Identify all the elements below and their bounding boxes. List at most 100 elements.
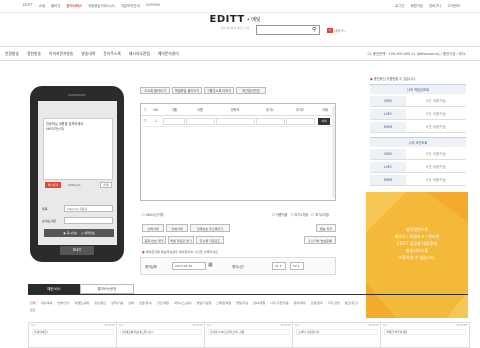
search-input[interactable]: ⚲ xyxy=(256,25,320,35)
radio-icon[interactable]: ◉ xyxy=(63,231,65,235)
category-item[interactable]: 요청/문의 xyxy=(311,301,323,305)
topnav-item[interactable]: EDITT xyxy=(23,3,33,11)
delete-all-button[interactable]: 전체삭제 xyxy=(166,224,188,232)
group-cell[interactable] xyxy=(163,117,185,125)
remove-duplicates-button[interactable]: 중복 번호 제거 xyxy=(142,236,166,244)
category-item[interactable]: 전체 xyxy=(30,301,36,305)
menu-item[interactable]: 발송내역 xyxy=(81,51,95,57)
add-to-address-button[interactable]: 선택번호 주소록추가 xyxy=(190,224,230,232)
login-link[interactable]: 로그인 xyxy=(395,3,404,8)
category-item[interactable]: 할인/세일 xyxy=(157,301,169,305)
topnav-item[interactable]: CUPOEN xyxy=(146,3,160,11)
user-badge: 5 xyxy=(327,28,333,33)
message-textarea[interactable]: 전송하실 내용을 입력하세요 (90이카는지) xyxy=(43,118,113,180)
extra2-cell[interactable] xyxy=(286,117,315,125)
card-bytes: 00 BYTE xyxy=(368,324,379,327)
category-item[interactable]: 단체 xyxy=(128,301,134,305)
topnav-item[interactable]: 문자서비스 xyxy=(66,3,82,11)
promo-banner[interactable]: 클릭몇번으로 빠르고 / 저렴하고 / 편리한 EDITT 업무용 대량문자 발… xyxy=(366,192,468,318)
cancel-send-button[interactable]: 발송 취지 xyxy=(316,224,336,232)
category-item[interactable]: 명절/기념 xyxy=(236,301,248,305)
card-body: 행복한 하루되세요 xyxy=(384,329,466,335)
menu-item[interactable]: 예약문자관리 xyxy=(158,51,179,57)
stat-value: 0건 이용가능 xyxy=(426,152,446,156)
topnav-item[interactable]: 쇼핑 xyxy=(39,3,45,11)
calendar-icon[interactable]: ▦ xyxy=(208,262,213,268)
col-no: NO xyxy=(153,107,159,112)
card-body: [세계로에서보내드립니다] xyxy=(120,329,202,335)
phone-cell[interactable] xyxy=(216,117,255,125)
divider xyxy=(28,294,468,295)
group-more-button[interactable]: 그룹주소록 더보기 xyxy=(204,87,234,94)
subject-field[interactable]: help(ok) 자동사 xyxy=(64,205,113,212)
name-cell[interactable] xyxy=(186,117,215,125)
date-picker[interactable]: 2019-04-25 xyxy=(172,262,206,270)
topnav-item[interactable]: 블라인 xyxy=(51,3,60,11)
extra1-cell[interactable] xyxy=(256,117,285,125)
load-excel-button[interactable]: 엑셀파일 불러오기 xyxy=(172,87,202,94)
logo[interactable]: EDITT • 에딧 xyxy=(194,12,276,26)
category-item[interactable]: 비지니스/공식 xyxy=(174,301,192,305)
category-item[interactable]: 나의 추천/맞춤 xyxy=(270,301,289,305)
row-delete-button[interactable]: 삭제 xyxy=(318,117,330,125)
category-item[interactable]: 이벤트/공지 xyxy=(75,301,90,305)
category-item[interactable]: 유머/재미 xyxy=(294,301,306,305)
extra1-sub-checkbox[interactable]: ☐ 추가1치환 xyxy=(291,212,309,217)
stat-value: 0건 이용가능 xyxy=(426,125,446,129)
example-card[interactable]: Tut 00 BYTE 고객님 사랑합니다 xyxy=(292,322,382,348)
user-name[interactable]: 나의 P... xyxy=(334,28,346,33)
excel-download-button[interactable]: 엑셀 파일로 받기 xyxy=(168,236,194,244)
category-item[interactable]: 날씨/계절 xyxy=(253,301,265,305)
menu-item[interactable]: 친환발송 xyxy=(5,51,19,57)
category-item[interactable]: 스페셜/계절 xyxy=(216,301,231,305)
menu-item[interactable]: 이미지문자발송 xyxy=(49,51,73,57)
table-scrollbar[interactable] xyxy=(332,106,335,198)
category-item[interactable]: 홍보/광고 xyxy=(94,301,106,305)
tab-favorites[interactable]: 즐겨쓰는문장 xyxy=(80,284,134,294)
menu-item[interactable]: 메시지오관앱 xyxy=(129,51,150,57)
example-card[interactable]: Tut 00 BYTE 행복한 하루되세요 xyxy=(380,322,470,348)
radio-icon[interactable]: ○ xyxy=(81,231,83,235)
recent-number-button[interactable]: 최근발신번호 xyxy=(236,87,266,94)
optout-register-button[interactable]: 수신거부 변호등록 xyxy=(304,236,336,244)
optout-checkbox[interactable]: ☐ 080수신거부 xyxy=(142,212,164,217)
min-select[interactable]: 00 ▾ xyxy=(290,262,304,270)
load-address-button[interactable]: 주소록 불러오기 xyxy=(140,87,170,94)
example-card[interactable]: Tut 00 BYTE 안녕하세요? xyxy=(28,322,118,348)
col-extra1: 추가1 xyxy=(266,108,274,112)
name-sub-checkbox[interactable]: ☐ 이름치환 xyxy=(272,212,288,217)
table-header: ☐ NO 그룹 이름 연락처 추가1 추가2 삭제 xyxy=(141,104,335,116)
category-item[interactable]: 사랑/축하 xyxy=(41,301,53,305)
row-checkbox[interactable]: ☐ xyxy=(141,119,149,123)
card-bytes: 00 BYTE xyxy=(192,324,203,327)
signup-link[interactable]: 회원가입 xyxy=(411,3,423,8)
send-button[interactable]: 보내기 xyxy=(60,246,94,255)
example-card[interactable]: Tut 00 BYTE 잔사원 A.B(트랜지스터) 사용 xyxy=(204,322,294,348)
tab-examples[interactable]: 예문/비스 xyxy=(28,284,80,294)
category-item[interactable]: 안부/인사 xyxy=(58,301,70,305)
sender-field[interactable] xyxy=(64,217,113,224)
select-all-checkbox[interactable]: ☐ xyxy=(141,108,149,112)
reset-button[interactable]: 리셋 xyxy=(100,182,112,188)
topnav-item[interactable]: 자동응답서비스(A) xyxy=(88,3,115,11)
special-char-button[interactable]: 특수문자 xyxy=(45,182,61,188)
category-item[interactable]: 기타 관련 xyxy=(328,301,340,305)
logo-brand: EDITT xyxy=(209,13,245,25)
search-icon[interactable]: ⚲ xyxy=(312,27,316,33)
stat-value: 0건 이용가능 xyxy=(426,165,446,169)
category-item[interactable]: 생일/기념일 xyxy=(197,301,212,305)
delete-selected-button[interactable]: 선택삭제 xyxy=(142,224,164,232)
menu-item[interactable]: 문자주소록 xyxy=(103,51,120,57)
topnav-item[interactable]: 자본보안안개 xyxy=(121,3,140,11)
example-card[interactable]: Tut 00 BYTE [세계로에서보내드립니다] xyxy=(116,322,206,348)
category-item[interactable]: 반려/기념 xyxy=(111,301,123,305)
address-download-button[interactable]: 주소록 다운로드 xyxy=(196,236,224,244)
immediate-option[interactable]: 즉시전송 xyxy=(67,231,77,235)
menu-item[interactable]: 정한발송 xyxy=(27,51,41,57)
category-item[interactable]: 모임/행사/ xyxy=(139,301,152,305)
support-link[interactable]: 고객센터 xyxy=(448,3,460,8)
extra2-sub-checkbox[interactable]: ☐ 추가2치환 xyxy=(311,212,329,217)
hour-select[interactable]: 21 ▾ xyxy=(272,262,286,270)
cart-link[interactable]: 장바구니 xyxy=(429,3,441,8)
reserve-option[interactable]: 예약전송 xyxy=(84,231,94,235)
